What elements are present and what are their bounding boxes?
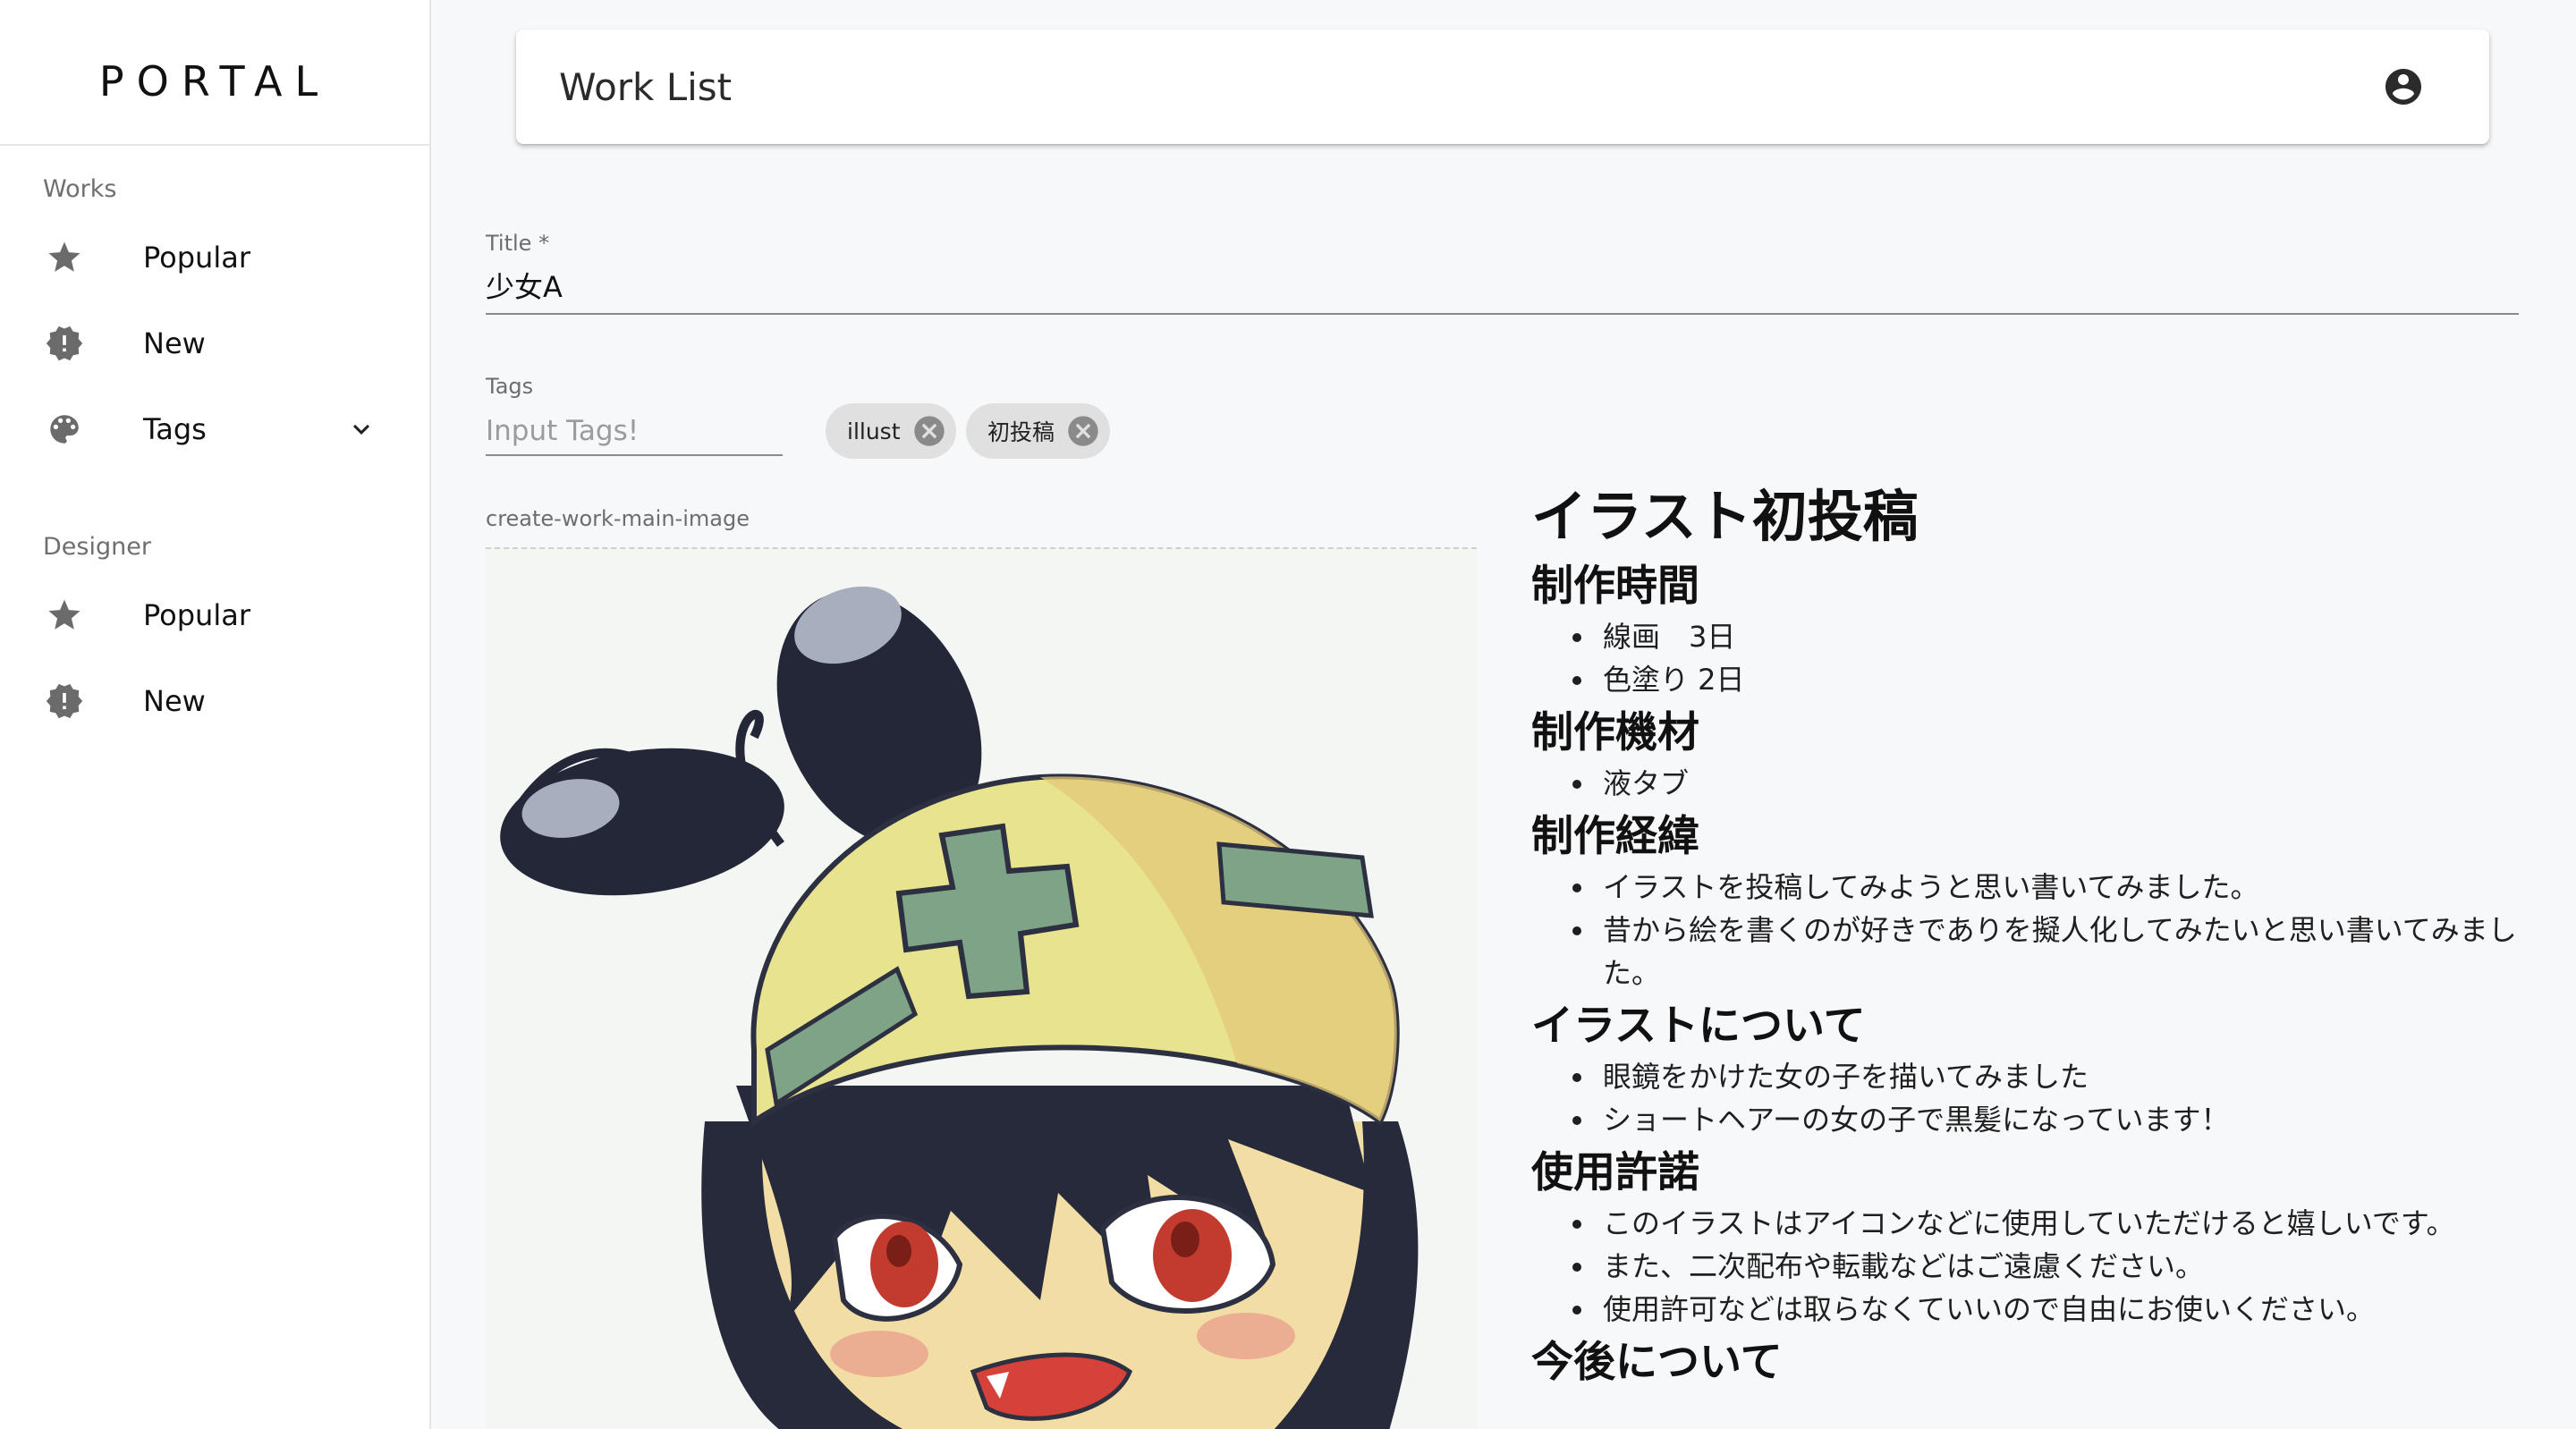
sidebar-item-label: Tags bbox=[143, 412, 207, 446]
palette-icon bbox=[45, 410, 84, 449]
new-badge-icon bbox=[45, 681, 84, 721]
new-badge-icon bbox=[45, 324, 84, 363]
sidebar-item-label: New bbox=[143, 326, 206, 360]
list-item: 線画 3日 bbox=[1531, 615, 2524, 658]
designer-heading: Designer bbox=[43, 533, 151, 561]
works-section: Works Popular New Tags bbox=[0, 165, 429, 472]
title-field-underline bbox=[486, 313, 2519, 315]
account-circle-icon[interactable] bbox=[2382, 65, 2425, 108]
sidebar-item-designer-new[interactable]: New bbox=[0, 658, 429, 744]
list-item: 使用許可などは取らなくていいので自由にお使いください。 bbox=[1531, 1288, 2524, 1331]
preview-list: このイラストはアイコンなどに使用していただけると嬉しいです。 また、二次配布や転… bbox=[1531, 1202, 2524, 1331]
preview-list: 眼鏡をかけた女の子を描いてみました ショートヘアーの女の子で黒髪になっています！ bbox=[1531, 1055, 2524, 1141]
chevron-down-icon[interactable] bbox=[345, 413, 377, 445]
list-item: また、二次配布や転載などはご遠慮ください。 bbox=[1531, 1245, 2524, 1288]
markdown-preview: イラスト初投稿 制作時間 線画 3日 色塗り 2日 制作機材 液タブ 制作経緯 … bbox=[1531, 479, 2524, 1391]
preview-list: 線画 3日 色塗り 2日 bbox=[1531, 615, 2524, 701]
tags-field-label: Tags bbox=[486, 374, 534, 399]
sidebar-item-works-new[interactable]: New bbox=[0, 300, 429, 386]
preview-title: イラスト初投稿 bbox=[1531, 484, 1919, 549]
tag-chip-label: 初投稿 bbox=[987, 419, 1055, 445]
title-field[interactable]: 少女A bbox=[486, 265, 563, 306]
character-illustration bbox=[500, 586, 1419, 1429]
preview-list: イラストを投稿してみようと思い書いてみました。 昔から絵を書くのが好きでありを擬… bbox=[1531, 866, 2524, 994]
list-item: 昔から絵を書くのが好きでありを擬人化してみたいと思い書いてみました。 bbox=[1531, 909, 2524, 994]
tags-input[interactable] bbox=[486, 408, 783, 456]
sidebar-item-label: Popular bbox=[143, 241, 250, 275]
preview-section-heading: イラストについて bbox=[1531, 1002, 1866, 1051]
list-item: 色塗り 2日 bbox=[1531, 658, 2524, 701]
tag-chip: illust bbox=[826, 403, 956, 459]
sidebar-item-label: Popular bbox=[143, 598, 250, 632]
sidebar-item-label: New bbox=[143, 684, 206, 718]
star-icon bbox=[45, 596, 84, 635]
preview-section-heading: 今後について bbox=[1531, 1338, 1783, 1387]
preview-section-heading: 制作経緯 bbox=[1531, 812, 1699, 861]
list-item: このイラストはアイコンなどに使用していただけると嬉しいです。 bbox=[1531, 1202, 2524, 1245]
designer-section: Designer Popular New bbox=[0, 522, 429, 744]
main-image-dropzone[interactable] bbox=[486, 547, 1477, 1429]
preview-section-heading: 制作機材 bbox=[1531, 708, 1699, 757]
list-item: イラストを投稿してみようと思い書いてみました。 bbox=[1531, 866, 2524, 909]
app-header: Work List bbox=[516, 30, 2489, 144]
preview-section-heading: 制作時間 bbox=[1531, 562, 1699, 611]
star-icon bbox=[45, 238, 84, 277]
tag-chip: 初投稿 bbox=[966, 403, 1111, 459]
tag-chip-label: illust bbox=[847, 418, 901, 444]
sidebar-item-works-tags[interactable]: Tags bbox=[0, 386, 429, 472]
list-item: 眼鏡をかけた女の子を描いてみました bbox=[1531, 1055, 2524, 1098]
chip-delete-icon[interactable] bbox=[1065, 413, 1101, 449]
sidebar: PORTAL Works Popular New Tags Designer P… bbox=[0, 0, 431, 1429]
works-heading: Works bbox=[43, 175, 117, 203]
main-image-label: create-work-main-image bbox=[486, 506, 750, 531]
preview-list: 液タブ bbox=[1531, 762, 2524, 805]
page-title: Work List bbox=[559, 64, 733, 109]
chip-delete-icon[interactable] bbox=[911, 413, 947, 449]
list-item: 液タブ bbox=[1531, 762, 2524, 805]
preview-section-heading: 使用許諾 bbox=[1531, 1148, 1699, 1197]
sidebar-item-works-popular[interactable]: Popular bbox=[0, 215, 429, 300]
title-field-label: Title * bbox=[486, 231, 550, 256]
brand-logo[interactable]: PORTAL bbox=[0, 0, 429, 146]
list-item: ショートヘアーの女の子で黒髪になっています！ bbox=[1531, 1098, 2524, 1141]
sidebar-item-designer-popular[interactable]: Popular bbox=[0, 572, 429, 658]
